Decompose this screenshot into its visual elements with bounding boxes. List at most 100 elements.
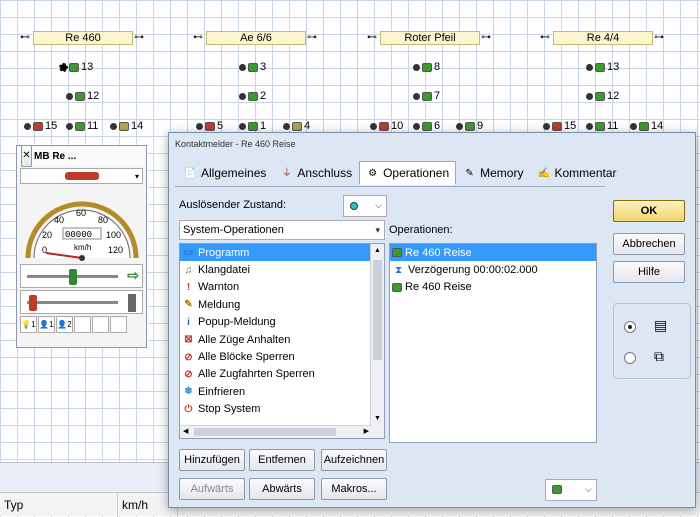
available-op-item[interactable]: ♫ Klangdatei [180,261,370,278]
scroll-up-icon[interactable]: ▲ [374,247,381,254]
record-button[interactable]: Aufzeichnen [321,449,387,471]
fn-driver2-icon[interactable]: 👤2 [56,316,73,333]
hscroll-thumb[interactable] [194,428,336,436]
available-op-label: Meldung [198,298,241,311]
available-op-item[interactable]: ✎ Meldung [180,296,370,313]
selected-operations-list[interactable]: Re 460 Reise ⧗ Verzögerung 00:00:02.000 Re … [389,243,597,443]
yellow-led-icon [292,121,302,131]
block-re44[interactable]: Re 4/4 [553,31,653,45]
operation-category-select[interactable]: System-Operationen ▾ [179,220,385,240]
operations-panel: Auslösender Zustand: ⌵ System-Operatione… [175,186,605,504]
fn-light-icon[interactable]: 💡1 [20,316,37,333]
contact-13[interactable]: 13 [59,61,93,73]
loco-titlebar: MB Re ... ▾ – □ ✕ [17,145,146,167]
contact-7[interactable]: 7 [413,90,440,102]
contact-8[interactable]: 8 [413,61,440,73]
block-re460[interactable]: Re 460 [33,31,133,45]
move-up-button[interactable]: Aufwärts [179,478,245,500]
contact-15[interactable]: 15 [24,120,57,132]
speedometer-dial: 0 20 40 60 80 100 120 00000 km/h [25,201,139,261]
available-operations-list[interactable]: ▭ Programm ♫ Klangdatei! Warnton ✎ Meldung i Pop… [179,243,385,439]
contact-1[interactable]: 1 [239,120,266,132]
operations-label: Operationen: [389,224,453,236]
contact-14[interactable]: 14 [110,120,143,132]
scroll-left-icon[interactable]: ◀ [183,427,188,435]
close-icon[interactable]: ✕ [21,145,32,167]
status-col-type[interactable]: Typ [0,493,118,517]
contact-12[interactable]: 12 [66,90,99,102]
tab-memory[interactable]: ✎ Memory [456,161,530,185]
dot-icon [413,122,420,130]
available-op-item[interactable]: ! Warnton [180,279,370,296]
fn-empty[interactable] [110,316,127,333]
slider-thumb[interactable] [69,269,77,285]
contact-15b[interactable]: 15 [543,120,576,132]
tick-40: 40 [54,215,64,225]
tab-operationen[interactable]: ⚙ Operationen [359,161,457,185]
dot-icon [413,92,420,100]
scroll-right-icon[interactable]: ▶ [364,427,369,435]
available-op-item[interactable]: ⊘ Alle Zugfahrten Sperren [180,366,370,383]
contact-2[interactable]: 2 [239,90,266,102]
selected-op-item[interactable]: Re 460 Reise [390,244,596,262]
tab-anschluss[interactable]: ⏚ Anschluss [273,161,359,185]
available-op-item[interactable]: ⊠ Alle Züge Anhalten [180,331,370,348]
available-op-label: Popup-Meldung [198,316,276,329]
contact-6[interactable]: 6 [413,120,440,132]
brake-thumb[interactable] [29,295,37,311]
dot-icon [66,92,73,100]
scroll-down-icon[interactable]: ▼ [374,415,381,422]
move-down-button[interactable]: Abwärts [249,478,315,500]
contact-11b[interactable]: 11 [586,120,618,132]
remove-button[interactable]: Entfernen [249,449,315,471]
contact-3[interactable]: 3 [239,61,266,73]
help-button[interactable]: Hilfe [613,261,685,283]
horizontal-scrollbar[interactable]: ◀ ▶ [180,425,372,438]
dot-icon [110,122,117,130]
brake-slider[interactable] [20,290,143,314]
brake-track [27,301,118,304]
speed-slider[interactable]: ⇨ [20,264,143,288]
available-op-item[interactable]: ▭ Programm [180,244,370,262]
dialog-title: Kontaktmelder - Re 460 Reise [175,139,296,149]
contact-5[interactable]: 5 [196,120,223,132]
available-op-item[interactable]: ❄ Einfrieren [180,383,370,400]
tab-allgemeines[interactable]: 📄 Allgemeines [177,161,273,185]
contact-4[interactable]: 4 [283,120,310,132]
selected-op-item[interactable]: Re 460 Reise [390,279,596,296]
view-tree-radio[interactable] [624,352,636,364]
scroll-thumb[interactable] [373,260,382,360]
vertical-scrollbar[interactable]: ▲ ▼ [370,244,384,438]
contact-10[interactable]: 10 [370,120,403,132]
selected-op-item[interactable]: ⧗ Verzögerung 00:00:02.000 [390,261,596,278]
cancel-button[interactable]: Abbrechen [613,233,685,255]
block-ae66[interactable]: Ae 6/6 [206,31,306,45]
stop-trains-icon: ⊠ [184,334,193,346]
contact-state-select[interactable]: ⌵ [545,479,597,501]
available-op-item[interactable]: ⊘ Alle Blöcke Sperren [180,348,370,365]
contact-13b[interactable]: 13 [586,61,619,73]
contact-14b[interactable]: 14 [630,120,663,132]
contact-12b[interactable]: 12 [586,90,619,102]
available-op-item[interactable]: ⏻ Stop System [180,401,370,418]
loco-selector[interactable]: ▾ [20,168,143,184]
macros-button[interactable]: Makros... [321,478,387,500]
direction-arrow-icon[interactable]: ⇨ [127,267,139,284]
ok-button[interactable]: OK [613,200,685,222]
add-button[interactable]: Hinzufügen [179,449,245,471]
view-list-radio[interactable] [624,321,636,333]
block-roter-pfeil[interactable]: Roter Pfeil [380,31,480,45]
yellow-led-icon [119,121,129,131]
chevron-down-icon: ⌵ [585,484,592,494]
available-op-item[interactable]: i Popup-Meldung [180,314,370,331]
tab-kommentar[interactable]: ✍ Kommentar [530,161,623,185]
block-end-icon: ⊶ [654,32,664,43]
dot-icon [413,63,420,71]
red-led-icon [33,121,43,131]
fn-empty[interactable] [74,316,91,333]
contact-9[interactable]: 9 [456,120,483,132]
trigger-state-select[interactable]: ⌵ [343,195,387,217]
contact-11[interactable]: 11 [66,120,98,132]
fn-driver-icon[interactable]: 👤1 [38,316,55,333]
fn-empty[interactable] [92,316,109,333]
